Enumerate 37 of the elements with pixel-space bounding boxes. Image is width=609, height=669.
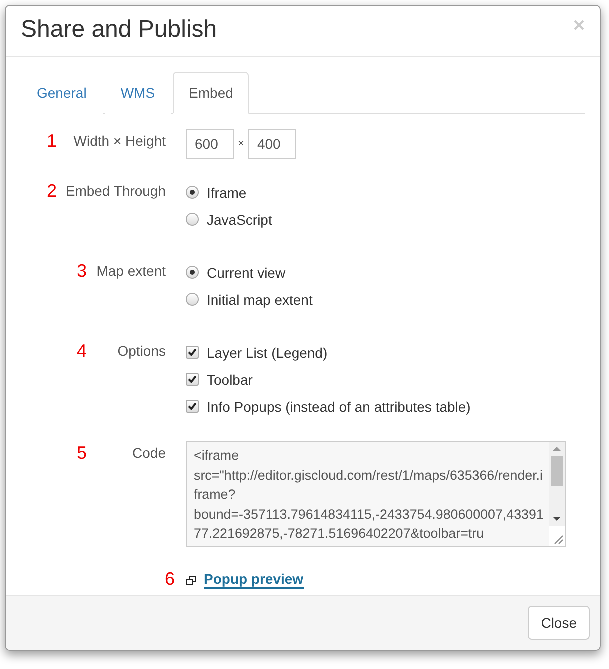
- radio-option[interactable]: Initial map extent: [186, 290, 313, 309]
- scrollbar[interactable]: [549, 442, 565, 546]
- checkbox[interactable]: [186, 346, 199, 359]
- popup-icon: [186, 576, 196, 584]
- step-number: 4: [77, 341, 88, 362]
- field-label: Code: [132, 445, 166, 461]
- step-number: 3: [77, 261, 88, 282]
- checkbox[interactable]: [186, 373, 199, 386]
- checkbox-option[interactable]: Info Popups (instead of an attributes table): [186, 397, 471, 416]
- radio-option[interactable]: JavaScript: [186, 210, 272, 229]
- popup-preview-link[interactable]: Popup preview: [204, 571, 304, 589]
- radio-icon[interactable]: [186, 213, 199, 226]
- resize-grip-icon[interactable]: [549, 526, 565, 546]
- close-button[interactable]: Close: [528, 606, 590, 640]
- checkbox-option[interactable]: Layer List (Legend): [186, 343, 471, 362]
- field-label: Options: [118, 343, 166, 359]
- code-field[interactable]: <iframe src="http://editor.giscloud.com/rest/1/maps/635366/render.iframe?bound=-357113.79614834115,-2433754.980600007,4339177.221692875,-78271.51696402207&toolbar=tru: [186, 441, 566, 547]
- field-label: Embed Through: [66, 183, 166, 199]
- radio-icon[interactable]: [186, 186, 199, 199]
- step-number: 2: [47, 181, 58, 202]
- tab[interactable]: Embed: [173, 72, 250, 114]
- scrollbar-thumb[interactable]: [551, 456, 563, 486]
- radio-icon[interactable]: [186, 293, 199, 306]
- checkbox[interactable]: [186, 400, 199, 413]
- step-number: 5: [77, 443, 88, 464]
- field-label: Map extent: [96, 263, 166, 279]
- step-number: 1: [47, 131, 58, 152]
- height-field[interactable]: 400: [248, 129, 296, 159]
- radio-icon[interactable]: [186, 266, 199, 279]
- times-sign: ×: [238, 138, 244, 150]
- radio-option[interactable]: Iframe: [186, 183, 272, 202]
- field-label: Width × Height: [74, 133, 166, 149]
- step-number: 6: [165, 569, 176, 590]
- dialog-title: Share and Publish: [21, 16, 218, 44]
- width-field[interactable]: 600: [186, 129, 234, 159]
- checkbox-option[interactable]: Toolbar: [186, 370, 471, 389]
- radio-option[interactable]: Current view: [186, 263, 313, 282]
